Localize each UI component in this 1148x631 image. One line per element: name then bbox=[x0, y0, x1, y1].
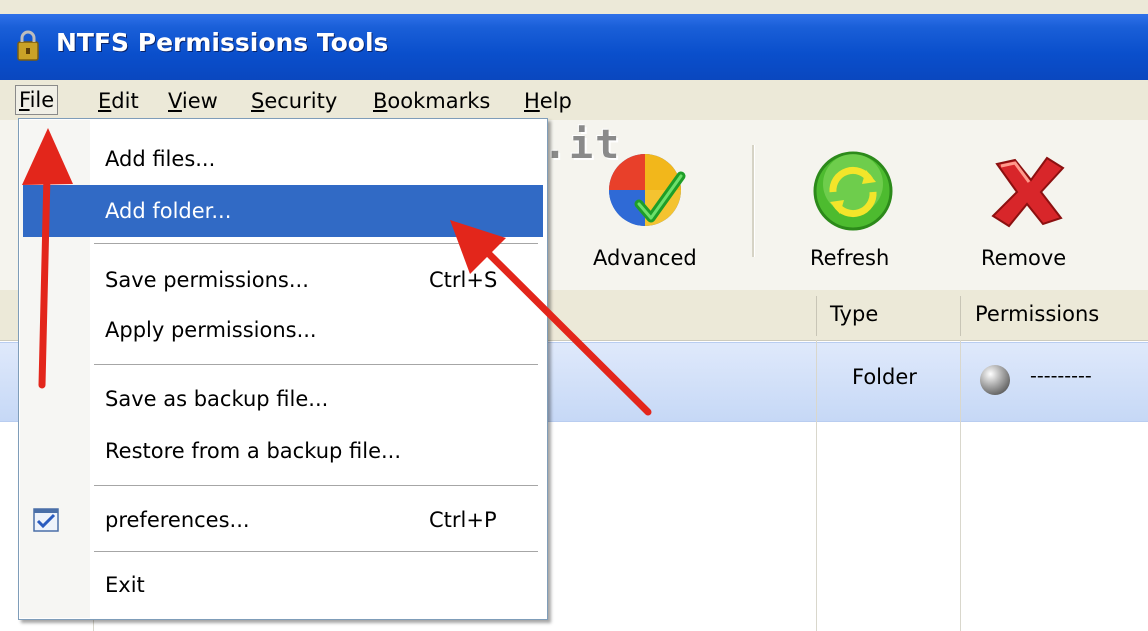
menu-help-label: elp bbox=[539, 89, 572, 113]
remove-x-icon bbox=[991, 156, 1065, 228]
menu-item-save-backup[interactable]: Save as backup file... bbox=[23, 373, 543, 425]
menu-security-mnemonic: S bbox=[251, 89, 265, 113]
refresh-label: Refresh bbox=[810, 246, 890, 270]
menu-item-save-permissions[interactable]: Save permissions... Ctrl+S bbox=[23, 254, 543, 306]
menu-edit[interactable]: Edit bbox=[95, 87, 142, 115]
menu-bookmarks-mnemonic: B bbox=[373, 89, 388, 113]
menu-view-label: iew bbox=[181, 89, 218, 113]
refresh-button[interactable]: Refresh bbox=[800, 132, 910, 282]
menu-item-label: Add files... bbox=[105, 147, 216, 171]
menu-item-add-files[interactable]: Add files... bbox=[23, 133, 543, 185]
menu-bar: File Edit View Security Bookmarks Help bbox=[0, 80, 1148, 120]
menu-item-restore-backup[interactable]: Restore from a backup file... bbox=[23, 425, 543, 477]
column-header-type[interactable]: Type bbox=[830, 302, 878, 326]
menu-item-shortcut: Ctrl+P bbox=[429, 508, 497, 532]
menu-item-label: Save as backup file... bbox=[105, 387, 329, 411]
menu-file-mnemonic: F bbox=[19, 88, 30, 112]
advanced-label: Advanced bbox=[593, 246, 697, 270]
cell-permissions: --------- bbox=[1030, 365, 1092, 387]
menu-separator bbox=[94, 485, 538, 486]
column-header-permissions[interactable]: Permissions bbox=[975, 302, 1099, 326]
menu-edit-label: dit bbox=[111, 89, 139, 113]
app-window: NTFS Permissions Tools File Edit View Se… bbox=[0, 0, 1148, 631]
title-bar[interactable]: NTFS Permissions Tools bbox=[0, 14, 1148, 80]
menu-file[interactable]: File bbox=[15, 85, 59, 115]
menu-separator bbox=[94, 243, 538, 244]
menu-item-label: preferences... bbox=[105, 508, 250, 532]
menu-file-label: ile bbox=[29, 88, 55, 112]
menu-help[interactable]: Help bbox=[521, 87, 575, 115]
menu-security[interactable]: Security bbox=[248, 87, 340, 115]
menu-view[interactable]: View bbox=[165, 87, 221, 115]
menu-item-label: Save permissions... bbox=[105, 268, 309, 292]
menu-help-mnemonic: H bbox=[524, 89, 540, 113]
menu-item-label: Apply permissions... bbox=[105, 318, 317, 342]
refresh-icon bbox=[813, 151, 893, 231]
menu-item-add-folder[interactable]: Add folder... bbox=[23, 185, 543, 237]
menu-item-shortcut: Ctrl+S bbox=[429, 268, 498, 292]
menu-item-label: Exit bbox=[105, 573, 145, 597]
menu-separator bbox=[94, 551, 538, 552]
menu-item-label: Add folder... bbox=[105, 199, 232, 223]
window-title: NTFS Permissions Tools bbox=[56, 28, 389, 57]
menu-item-preferences[interactable]: preferences... Ctrl+P bbox=[23, 494, 543, 546]
header-divider[interactable] bbox=[816, 296, 817, 336]
menu-item-exit[interactable]: Exit bbox=[23, 559, 543, 611]
menu-bookmarks-label: ookmarks bbox=[387, 89, 491, 113]
menu-item-label: Restore from a backup file... bbox=[105, 439, 402, 463]
menu-bookmarks[interactable]: Bookmarks bbox=[370, 87, 493, 115]
remove-button[interactable]: Remove bbox=[975, 132, 1085, 282]
column-gridline bbox=[960, 340, 961, 631]
column-gridline bbox=[816, 340, 817, 631]
checkmark-icon bbox=[33, 508, 59, 532]
menu-edit-mnemonic: E bbox=[98, 89, 112, 113]
remove-label: Remove bbox=[981, 246, 1067, 270]
menu-view-mnemonic: V bbox=[168, 89, 182, 113]
toolbar-separator bbox=[752, 145, 755, 257]
menu-item-apply-permissions[interactable]: Apply permissions... bbox=[23, 304, 543, 356]
cell-type: Folder bbox=[852, 365, 917, 389]
header-divider[interactable] bbox=[960, 296, 961, 336]
menu-separator bbox=[94, 364, 538, 365]
lock-icon bbox=[17, 30, 39, 61]
file-menu-dropdown: Add files... Add folder... Save permissi… bbox=[18, 118, 548, 620]
menu-security-label: ecurity bbox=[264, 89, 338, 113]
status-sphere-icon bbox=[980, 365, 1010, 395]
